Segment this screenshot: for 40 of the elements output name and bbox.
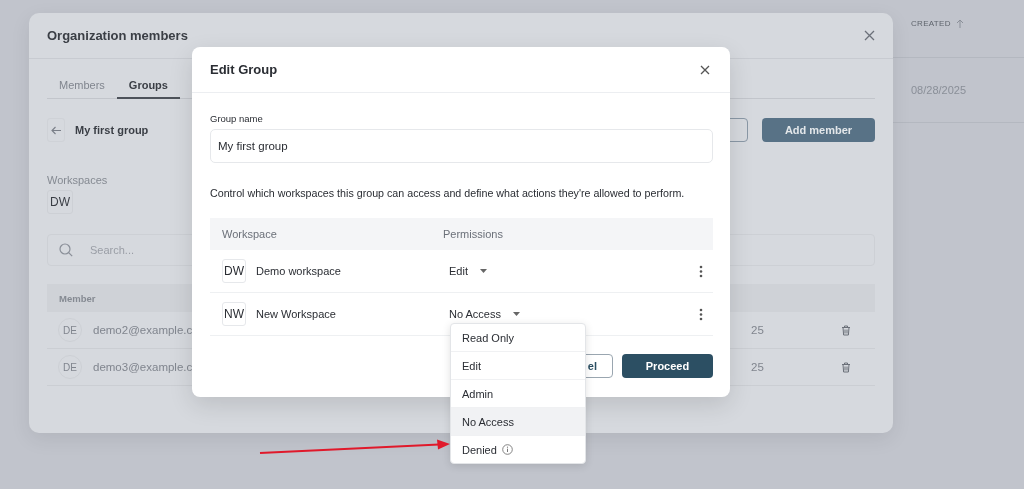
section-label: Workspaces: [47, 174, 109, 186]
menu-option[interactable]: Edit: [451, 352, 585, 380]
back-arrow-icon: [50, 125, 62, 135]
dialog-title: Organization members: [47, 28, 188, 43]
trash-icon[interactable]: [841, 324, 851, 336]
group-title: My first group: [75, 124, 149, 136]
close-icon[interactable]: [864, 30, 875, 41]
column-header: Permissions: [443, 228, 503, 240]
date-cell: 25: [751, 361, 764, 373]
workspace-name: New Workspace: [256, 308, 336, 320]
kebab-menu-icon[interactable]: [699, 264, 703, 278]
proceed-button[interactable]: Proceed: [622, 354, 713, 378]
email-cell: demo2@example.c: [93, 324, 193, 336]
add-member-button[interactable]: Add member: [762, 118, 875, 142]
workspace-name: Demo workspace: [256, 265, 341, 277]
caret-icon: [479, 269, 487, 273]
permission-select[interactable]: Edit: [443, 265, 493, 277]
column-header[interactable]: CREATED: [911, 19, 951, 28]
field-label: Group name: [210, 113, 264, 124]
description: Control which workspaces this group can access and define what actions they're allowed to perform.: [210, 187, 686, 199]
workspace-chip: DW: [47, 190, 73, 214]
column-header: Member: [59, 292, 96, 304]
group-name-field[interactable]: My first group: [210, 129, 713, 163]
search-icon: [59, 243, 73, 257]
close-icon[interactable]: [700, 64, 710, 75]
menu-option[interactable]: No Access: [451, 408, 585, 436]
trash-icon[interactable]: [841, 361, 851, 373]
back-button[interactable]: [47, 118, 65, 142]
permission-select[interactable]: No Access: [443, 308, 526, 320]
column-header: Workspace: [221, 228, 278, 240]
workspace-badge: NW: [222, 302, 246, 326]
menu-option[interactable]: Denied: [451, 436, 585, 463]
workspace-badge: DW: [222, 259, 246, 283]
kebab-menu-icon[interactable]: [699, 307, 703, 321]
menu-option[interactable]: Read Only: [451, 324, 585, 352]
tab[interactable]: Groups: [116, 79, 180, 99]
dialog-title: Edit Group: [210, 62, 278, 77]
email-cell: demo3@example.c: [93, 361, 193, 373]
date-cell: 25: [751, 324, 764, 336]
sort-arrow-icon: [955, 18, 964, 29]
